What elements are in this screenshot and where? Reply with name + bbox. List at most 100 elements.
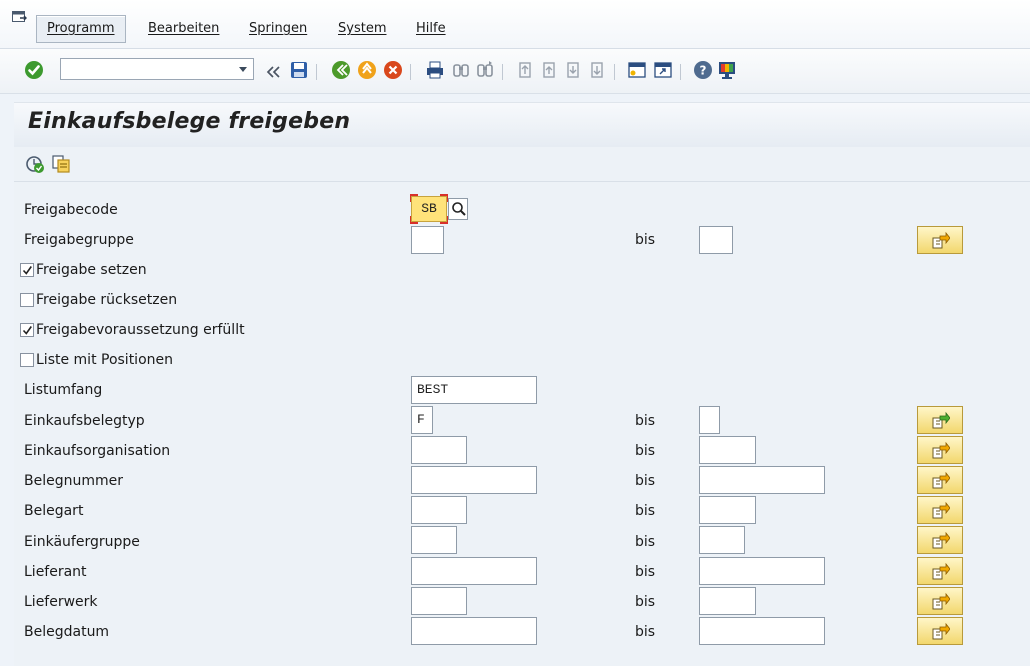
cancel-icon[interactable] xyxy=(382,59,404,81)
menu-system[interactable]: System xyxy=(338,16,386,42)
application-toolbar xyxy=(14,147,1030,182)
belegnummer-from[interactable] xyxy=(411,466,537,494)
lieferant-to[interactable] xyxy=(699,557,825,585)
freigabe-ruecksetzen-label: Freigabe rücksetzen xyxy=(36,292,178,308)
label-einkaufsorganisation: Einkaufsorganisation xyxy=(24,443,171,459)
freigabe-setzen-checkbox[interactable] xyxy=(20,263,34,277)
find-icon[interactable] xyxy=(450,59,472,81)
einkaufsbelegtyp-from[interactable]: F xyxy=(411,406,433,434)
belegart-to[interactable] xyxy=(699,496,756,524)
freigabe-setzen-label: Freigabe setzen xyxy=(36,262,147,278)
belegdatum-to[interactable] xyxy=(699,617,825,645)
einkaufsbelegtyp-to[interactable] xyxy=(699,406,720,434)
bis-label: bis xyxy=(635,413,656,429)
checkbox-row-freigabevoraussetzung[interactable]: Freigabevoraussetzung erfüllt xyxy=(20,322,245,338)
checkbox-row-freigabe-setzen[interactable]: Freigabe setzen xyxy=(20,262,147,278)
multiple-selection-button[interactable] xyxy=(917,496,963,524)
listumfang-field[interactable]: BEST xyxy=(411,376,537,404)
checkbox-row-liste-positionen[interactable]: Liste mit Positionen xyxy=(20,352,173,368)
next-page-icon[interactable] xyxy=(562,59,584,81)
customize-layout-icon[interactable] xyxy=(716,59,738,81)
liste-positionen-checkbox[interactable] xyxy=(20,353,34,367)
belegart-from[interactable] xyxy=(411,496,467,524)
liste-positionen-label: Liste mit Positionen xyxy=(36,352,173,368)
new-session-icon[interactable] xyxy=(626,59,648,81)
find-next-icon[interactable] xyxy=(474,59,496,81)
chevron-down-icon[interactable] xyxy=(237,62,249,76)
label-belegdatum: Belegdatum xyxy=(24,624,110,640)
freigabe-ruecksetzen-checkbox[interactable] xyxy=(20,293,34,307)
multiple-selection-icon xyxy=(932,472,950,489)
menu-bar: Programm Bearbeiten Springen System Hilf… xyxy=(0,0,1030,49)
freigabegruppe-to[interactable] xyxy=(699,226,733,254)
checkbox-row-freigabe-ruecksetzen[interactable]: Freigabe rücksetzen xyxy=(20,292,177,308)
lieferant-from[interactable] xyxy=(411,557,537,585)
enter-icon[interactable] xyxy=(23,59,45,81)
system-menu-icon[interactable] xyxy=(12,11,28,25)
bis-label: bis xyxy=(635,443,656,459)
first-page-icon[interactable] xyxy=(514,59,536,81)
label-freigabecode: Freigabecode xyxy=(24,202,118,218)
search-help-button[interactable] xyxy=(448,198,468,220)
freigabecode-field-wrapper: SB xyxy=(410,194,448,224)
bis-label: bis xyxy=(635,232,656,248)
toolbar-separator xyxy=(410,64,411,80)
multiple-selection-button[interactable] xyxy=(917,617,963,645)
multiple-selection-button[interactable] xyxy=(917,466,963,494)
get-variant-icon[interactable] xyxy=(50,153,72,175)
belegdatum-from[interactable] xyxy=(411,617,537,645)
einkaeufergruppe-from[interactable] xyxy=(411,526,457,554)
freigabevoraussetzung-checkbox[interactable] xyxy=(20,323,34,337)
bis-label: bis xyxy=(635,624,656,640)
freigabecode-field[interactable]: SB xyxy=(411,196,447,222)
lieferwerk-to[interactable] xyxy=(699,587,756,615)
menu-springen[interactable]: Springen xyxy=(249,16,307,42)
command-field[interactable] xyxy=(60,58,254,80)
title-bar: Einkaufsbelege freigeben xyxy=(14,102,1030,148)
belegnummer-to[interactable] xyxy=(699,466,825,494)
multiple-selection-button[interactable] xyxy=(917,226,963,254)
toolbar-separator xyxy=(316,64,317,80)
bis-label: bis xyxy=(635,594,656,610)
multiple-selection-button[interactable] xyxy=(917,526,963,554)
freigabegruppe-from[interactable] xyxy=(411,226,444,254)
menu-hilfe[interactable]: Hilfe xyxy=(416,16,446,42)
command-field-input[interactable] xyxy=(64,60,238,80)
help-icon[interactable]: ? xyxy=(692,59,714,81)
bis-label: bis xyxy=(635,534,656,550)
bis-label: bis xyxy=(635,473,656,489)
exit-icon[interactable] xyxy=(356,59,378,81)
label-einkaufsbelegtyp: Einkaufsbelegtyp xyxy=(24,413,145,429)
menu-bearbeiten[interactable]: Bearbeiten xyxy=(148,16,219,42)
label-listumfang: Listumfang xyxy=(24,382,103,398)
execute-icon[interactable] xyxy=(24,153,46,175)
multiple-selection-button[interactable] xyxy=(917,557,963,585)
multiple-selection-icon xyxy=(932,623,950,640)
print-icon[interactable] xyxy=(424,59,446,81)
freigabevoraussetzung-label: Freigabevoraussetzung erfüllt xyxy=(36,322,245,338)
multiple-selection-button[interactable] xyxy=(917,406,963,434)
previous-page-icon[interactable] xyxy=(538,59,560,81)
shortcut-icon[interactable] xyxy=(652,59,674,81)
einkaufsorganisation-to[interactable] xyxy=(699,436,756,464)
bis-label: bis xyxy=(635,564,656,580)
bis-label: bis xyxy=(635,503,656,519)
multiple-selection-button[interactable] xyxy=(917,436,963,464)
einkaufsorganisation-from[interactable] xyxy=(411,436,467,464)
search-icon xyxy=(452,202,466,216)
lieferwerk-from[interactable] xyxy=(411,587,467,615)
label-belegart: Belegart xyxy=(24,503,84,519)
save-icon[interactable] xyxy=(288,59,310,81)
last-page-icon[interactable] xyxy=(586,59,608,81)
back-icon[interactable] xyxy=(330,59,352,81)
multiple-selection-button[interactable] xyxy=(917,587,963,615)
label-lieferant: Lieferant xyxy=(24,564,87,580)
label-freigabegruppe: Freigabegruppe xyxy=(24,232,134,248)
menu-programm[interactable]: Programm xyxy=(36,15,126,43)
einkaeufergruppe-to[interactable] xyxy=(699,526,745,554)
multiple-selection-icon xyxy=(932,593,950,610)
multiple-selection-icon xyxy=(932,442,950,459)
expand-history-icon[interactable] xyxy=(262,61,284,83)
label-lieferwerk: Lieferwerk xyxy=(24,594,98,610)
multiple-selection-icon xyxy=(932,502,950,519)
